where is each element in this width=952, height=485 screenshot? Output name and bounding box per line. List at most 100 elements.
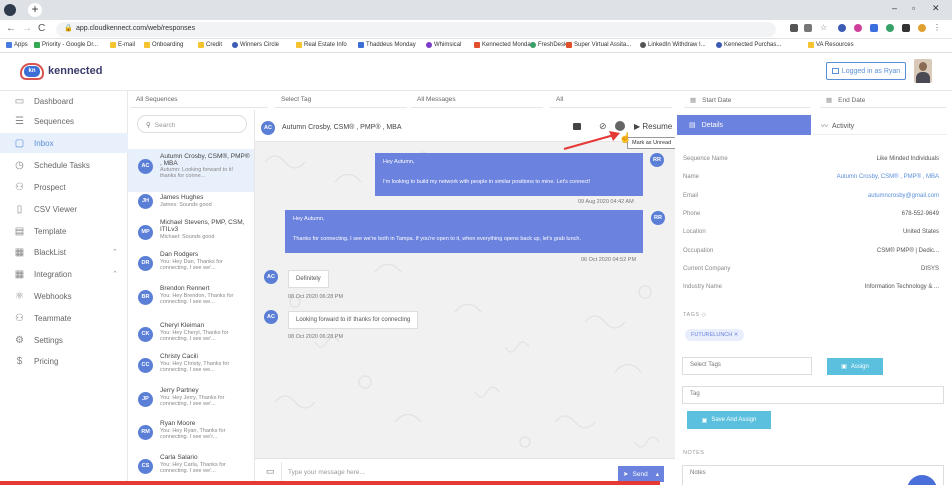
sidebar-item-integration[interactable]: ▦ Integration ⌃ (0, 264, 128, 284)
outgoing-message: Hey Autumn, I'm looking to build my netw… (375, 153, 643, 196)
conversation-list: ⚲ Search AC Autumn Crosby, CSM®, PMP® , MB… (128, 110, 255, 485)
message-time: 09 Aug 2020 04:42 AM (578, 199, 634, 205)
app-header: kn kennected Logged in as Ryan (0, 53, 952, 91)
assign-button[interactable]: ▣ Assign (827, 358, 883, 375)
play-icon: ▶ (634, 122, 641, 131)
sidebar: ▭ Dashboard ☰ Sequences ▢ Inbox ◷ Schedule T… (0, 91, 128, 485)
avatar: CK (138, 327, 153, 342)
notes-field[interactable]: Notes (682, 465, 944, 485)
sidebar-item-schedule-tasks[interactable]: ◷ Schedule Tasks (0, 155, 128, 175)
start-date-field[interactable]: ▦ Start Date (684, 91, 810, 108)
bookmark-item[interactable]: Kennected Purchas... (716, 42, 781, 48)
resume-button[interactable]: ▶ Resume (634, 122, 672, 131)
bookmark-item[interactable]: Super Virtual Assita... (566, 42, 631, 48)
sidebar-item-sequences[interactable]: ☰ Sequences (0, 111, 128, 131)
browser-tab-bar: + – ▫ ✕ (0, 0, 952, 20)
tag-input[interactable]: Tag (682, 386, 944, 404)
detail-row: Phone 678-552-9649 (683, 211, 939, 217)
email-link[interactable]: autumncrosby@gmail.com (868, 193, 939, 199)
tab-activity[interactable]: 〰 Activity (813, 115, 947, 135)
chevron-down-icon: ⌃ (112, 249, 118, 256)
bookmark-item[interactable]: Credit (198, 42, 222, 48)
sidebar-item-webhooks[interactable]: ⚛ Webhooks (0, 286, 128, 306)
avatar: RR (650, 153, 664, 167)
bookmark-item[interactable]: Priority - Google Dr... (34, 42, 98, 48)
integration-icon: ▦ (14, 268, 25, 280)
tab-favicon-icon[interactable] (4, 4, 16, 16)
avatar: AC (261, 121, 275, 135)
avatar: RM (138, 425, 153, 440)
detail-row: Name Autumn Crosby, CSM® , PMP® , MBA (683, 174, 939, 180)
bookmark-item[interactable]: Thaddeus Monday (358, 42, 416, 48)
bookmark-apps[interactable]: Apps (6, 42, 28, 48)
sidebar-item-blacklist[interactable]: ▦ BlackList ⌃ (0, 242, 128, 262)
message-input[interactable]: Type your message here... (281, 462, 611, 482)
sidebar-item-dashboard[interactable]: ▭ Dashboard (0, 91, 128, 111)
avatar: JH (138, 194, 153, 209)
avatar: JP (138, 392, 153, 407)
detail-row: Occupation CSM® PMP® | Dedic... (683, 248, 939, 254)
tag-chip[interactable]: FUTURELUNCH ✕ (685, 329, 745, 341)
logo-cloud-icon: kn (20, 63, 44, 80)
save-icon: ▣ (841, 364, 847, 370)
new-tab-button[interactable]: + (28, 3, 42, 17)
url-text: app.cloudkennect.com/web/responses (76, 25, 196, 32)
close-icon[interactable]: ✕ (734, 332, 739, 338)
close-window-button[interactable]: ✕ (932, 3, 940, 14)
bookmarks-bar: Apps Priority - Google Dr... E-mail Onbo… (0, 39, 952, 53)
sidebar-item-template[interactable]: ▤ Template (0, 221, 128, 241)
extension-icons[interactable]: ☆ ⋮ (790, 24, 941, 34)
message-time: 06 Oct 2020 04:52 PM (581, 257, 637, 263)
tab-details[interactable]: ▤ Details (677, 115, 811, 135)
address-field[interactable]: 🔒 app.cloudkennect.com/web/responses (56, 22, 776, 37)
sidebar-item-csv-viewer[interactable]: ▯ CSV Viewer (0, 199, 128, 219)
bookmark-item[interactable]: LinkedIn Withdraw I... (640, 42, 706, 48)
bookmark-item[interactable]: FreshDesk (530, 42, 567, 48)
list-icon: ☰ (15, 115, 24, 127)
select-tags-input[interactable]: Select Tags (682, 357, 812, 375)
notes-heading: NOTES (683, 450, 705, 456)
avatar[interactable] (914, 59, 932, 83)
messages-filter[interactable]: All Messages (411, 91, 543, 108)
sidebar-item-settings[interactable]: ⚙ Settings (0, 330, 128, 350)
bookmark-item[interactable]: VA Resources (808, 42, 854, 48)
message-icon: ▭ (266, 466, 275, 476)
mark-unread-tooltip: Mark as Unread (627, 137, 675, 149)
list-item[interactable]: CS Carla Salario You: Hey Carla, Thanks fo… (128, 450, 254, 485)
forward-icon[interactable]: → (22, 23, 32, 34)
bookmark-item[interactable]: Whimsical (426, 42, 461, 48)
bookmark-item[interactable]: Onboarding (144, 42, 183, 48)
clock-icon: ◷ (15, 159, 24, 171)
bookmark-item[interactable]: E-mail (110, 42, 135, 48)
sequence-filter[interactable]: All Sequences (130, 91, 268, 108)
address-bar-row: ← → C 🔒 app.cloudkennect.com/web/respons… (0, 20, 952, 39)
bookmark-item[interactable]: Kennected Monday (474, 42, 534, 48)
users-icon: ⚇ (15, 181, 24, 193)
avatar: CS (138, 459, 153, 474)
reload-icon[interactable]: C (38, 23, 45, 34)
sidebar-item-inbox[interactable]: ▢ Inbox (0, 133, 128, 153)
sidebar-item-teammate[interactable]: ⚇ Teammate (0, 308, 128, 328)
list-item[interactable]: AC Autumn Crosby, CSM®, PMP® , MBA Autumn:… (128, 149, 254, 192)
bookmark-item[interactable]: Real Estate Info (296, 42, 347, 48)
logged-in-button[interactable]: Logged in as Ryan (826, 62, 906, 80)
linkedin-name-link[interactable]: Autumn Crosby, CSM® , PMP® , MBA (837, 174, 939, 180)
gear-icon: ⚙ (15, 334, 24, 346)
maximize-button[interactable]: ▫ (912, 3, 915, 13)
search-input[interactable]: ⚲ Search (137, 115, 247, 133)
sidebar-item-pricing[interactable]: $ Pricing (0, 351, 128, 371)
bookmark-item[interactable]: Winners Circle (232, 42, 279, 48)
tag-filter[interactable]: Select Tag (275, 91, 407, 108)
send-button[interactable]: ➤ Send ▴ (618, 466, 664, 482)
save-and-assign-button[interactable]: ▣ Save And Assign (687, 411, 771, 429)
minimize-button[interactable]: – (892, 3, 897, 13)
sidebar-item-prospect[interactable]: ⚇ Prospect (0, 177, 128, 197)
file-icon: ▯ (16, 203, 23, 215)
back-icon[interactable]: ← (6, 23, 16, 34)
outgoing-message: Hey Autumn, Thanks for connecting. I see… (285, 210, 643, 253)
calendar-icon: ▦ (690, 97, 697, 104)
kennected-logo[interactable]: kn kennected (20, 62, 130, 82)
end-date-field[interactable]: ▦ End Date (820, 91, 946, 108)
chat-contact-name: Autumn Crosby, CSM® , PMP® , MBA (282, 124, 402, 131)
all-filter[interactable]: All (550, 91, 672, 108)
